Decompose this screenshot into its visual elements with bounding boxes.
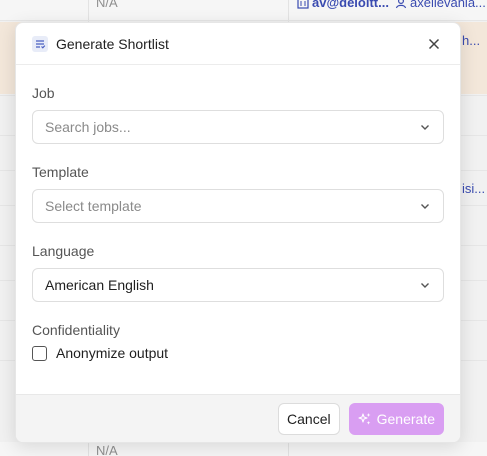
- background-cell-na: N/A: [96, 443, 118, 456]
- background-cell-cut: isi...: [462, 181, 486, 196]
- background-cell-cut: h...: [462, 33, 481, 48]
- job-select-placeholder: Search jobs...: [45, 119, 131, 135]
- generate-button[interactable]: Generate: [348, 402, 444, 435]
- building-icon: [297, 0, 309, 9]
- anonymize-checkbox-row[interactable]: Anonymize output: [32, 345, 444, 361]
- generate-button-label: Generate: [376, 410, 435, 427]
- language-select-value: American English: [45, 277, 154, 293]
- chevron-down-icon: [421, 125, 429, 130]
- cancel-button[interactable]: Cancel: [278, 402, 340, 435]
- background-user-text: axellevania...: [410, 0, 486, 10]
- dialog-header: Generate Shortlist: [16, 23, 460, 65]
- language-select[interactable]: American English: [32, 268, 444, 302]
- sparkle-icon: [358, 412, 371, 425]
- background-email-link[interactable]: av@deloitt...: [297, 0, 389, 10]
- anonymize-checkbox-label[interactable]: Anonymize output: [56, 345, 168, 361]
- dialog-body: Job Search jobs... Template Select templ…: [16, 85, 460, 361]
- close-icon: [428, 38, 440, 49]
- user-icon: [395, 0, 407, 8]
- generate-shortlist-dialog: Generate Shortlist Job Search jobs... Te…: [15, 22, 461, 443]
- chevron-down-icon: [421, 204, 429, 209]
- anonymize-checkbox[interactable]: [32, 345, 47, 361]
- chevron-down-icon: [421, 283, 429, 288]
- confidentiality-label: Confidentiality: [32, 322, 120, 338]
- job-label: Job: [32, 85, 55, 101]
- background-cell-na: N/A: [96, 0, 118, 10]
- background-user-link[interactable]: axellevania...: [395, 0, 486, 10]
- dialog-footer: Cancel Generate: [16, 394, 460, 442]
- template-select-placeholder: Select template: [45, 198, 142, 214]
- background-row-divider: [0, 20, 487, 21]
- list-icon: [32, 35, 48, 52]
- template-label: Template: [32, 164, 89, 180]
- close-button[interactable]: [424, 34, 444, 54]
- job-select[interactable]: Search jobs...: [32, 110, 444, 144]
- background-email-text: av@deloitt...: [312, 0, 389, 10]
- dialog-title: Generate Shortlist: [56, 35, 169, 52]
- template-select[interactable]: Select template: [32, 189, 444, 223]
- language-label: Language: [32, 243, 95, 259]
- background-row-bottom: [0, 442, 487, 456]
